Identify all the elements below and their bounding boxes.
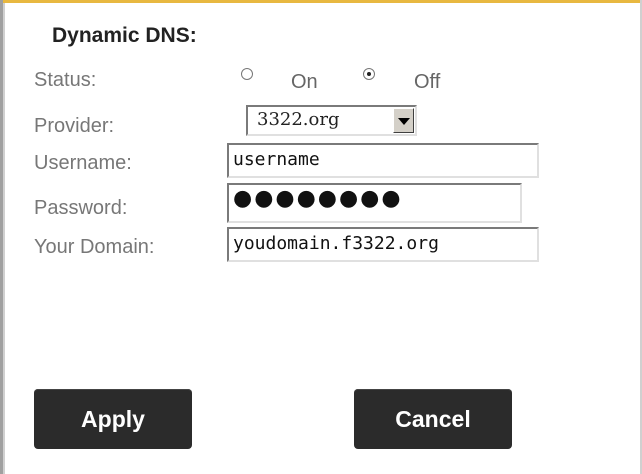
- provider-label: Provider:: [34, 115, 115, 137]
- section-title: Dynamic DNS:: [52, 24, 197, 47]
- username-label: Username:: [34, 152, 132, 174]
- provider-select-value: 3322.org: [257, 109, 340, 130]
- chevron-down-icon[interactable]: [393, 108, 414, 133]
- status-off-radio[interactable]: [363, 68, 375, 80]
- domain-label: Your Domain:: [34, 236, 155, 258]
- password-label: Password:: [34, 197, 128, 219]
- status-on-label[interactable]: On: [291, 71, 318, 94]
- provider-select[interactable]: 3322.org: [246, 105, 417, 136]
- cancel-button[interactable]: Cancel: [354, 389, 512, 449]
- domain-input[interactable]: youdomain.f3322.org: [227, 227, 539, 262]
- status-on-radio[interactable]: [241, 68, 253, 80]
- apply-button[interactable]: Apply: [34, 389, 192, 449]
- username-input[interactable]: username: [227, 143, 539, 178]
- top-border: [0, 0, 642, 3]
- status-off-label[interactable]: Off: [414, 71, 440, 94]
- ddns-panel: Dynamic DNS: Status: On Off Provider: 33…: [0, 0, 642, 474]
- password-input[interactable]: ●●●●●●●●: [227, 183, 522, 223]
- left-border-inner: [3, 3, 5, 474]
- status-label: Status:: [34, 69, 97, 91]
